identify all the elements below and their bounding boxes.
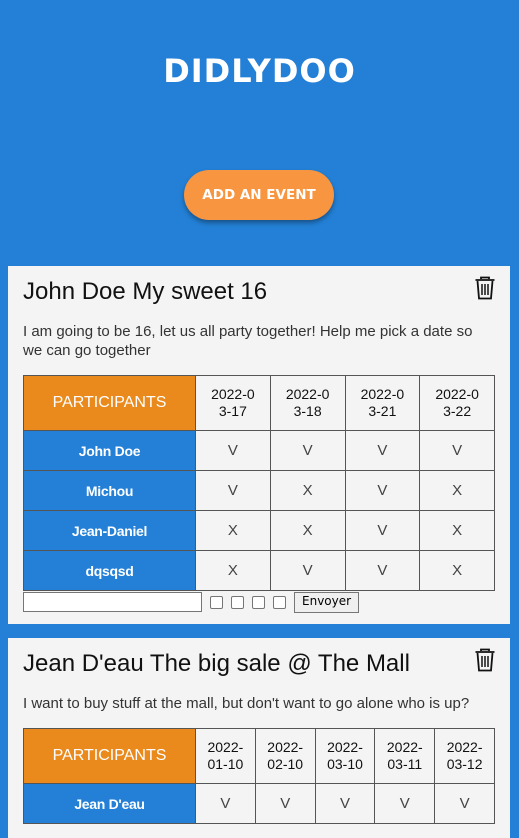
date-label: 2022-01-10 [207, 739, 244, 772]
date-column-header: 2022-01-10 [195, 728, 256, 784]
trash-icon[interactable] [474, 648, 496, 672]
date-column-header: 2022-03-12 [434, 728, 495, 784]
vote-cell: V [269, 550, 346, 591]
participant-name: dqsqsd [23, 550, 196, 591]
date-column-header: 2022-03-17 [195, 375, 271, 431]
vote-cell: V [314, 783, 376, 824]
table-row: Jean D'eau V V V V V [23, 783, 495, 824]
event-description: I want to buy stuff at the mall, but don… [23, 695, 470, 712]
vote-cell: V [434, 783, 495, 824]
vote-cell: V [254, 783, 316, 824]
new-participant-form: Envoyer [23, 591, 360, 613]
date-label: 2022-02-10 [267, 739, 304, 772]
participants-header: PARTICIPANTS [23, 728, 196, 784]
table-row: dqsqsd X V V X [23, 550, 495, 591]
event-card: John Doe My sweet 16 I am going to be 16… [8, 266, 510, 624]
participant-name: John Doe [23, 430, 196, 471]
date-checkbox[interactable] [252, 595, 265, 609]
date-label: 2022-03-12 [446, 739, 483, 772]
date-column-header: 2022-03-22 [419, 375, 495, 431]
vote-cell: X [195, 510, 271, 551]
vote-cell: V [344, 510, 421, 551]
date-label: 2022-03-18 [285, 386, 330, 419]
app-logo: DIDLYDOO [163, 52, 356, 90]
date-label: 2022-03-17 [211, 386, 255, 419]
participant-name: Jean D'eau [23, 783, 196, 824]
table-row: John Doe V V V V [23, 430, 495, 471]
date-column-header: 2022-03-18 [269, 375, 346, 431]
participant-name: Michou [23, 470, 196, 511]
participants-header: PARTICIPANTS [23, 375, 196, 431]
vote-cell: V [344, 550, 421, 591]
availability-table: PARTICIPANTS 2022-01-10 2022-02-10 2022-… [23, 728, 495, 824]
date-checkbox[interactable] [210, 595, 223, 609]
event-title: John Doe My sweet 16 [23, 278, 268, 305]
date-checkbox[interactable] [231, 595, 244, 609]
availability-table: PARTICIPANTS 2022-03-17 2022-03-18 2022-… [23, 375, 495, 591]
date-label: 2022-03-11 [386, 739, 423, 772]
event-title: Jean D'eau The big sale @ The Mall [23, 650, 410, 677]
table-header-row: PARTICIPANTS 2022-03-17 2022-03-18 2022-… [23, 375, 495, 431]
trash-icon[interactable] [474, 276, 496, 300]
vote-cell: V [419, 430, 495, 471]
vote-cell: X [269, 510, 346, 551]
vote-cell: V [195, 783, 256, 824]
participant-name: Jean-Daniel [23, 510, 196, 551]
vote-cell: V [269, 430, 346, 471]
date-label: 2022-03-21 [360, 386, 405, 419]
date-column-header: 2022-03-10 [314, 728, 376, 784]
date-column-header: 2022-03-11 [374, 728, 436, 784]
vote-cell: X [269, 470, 346, 511]
vote-cell: V [195, 470, 271, 511]
table-header-row: PARTICIPANTS 2022-01-10 2022-02-10 2022-… [23, 728, 495, 784]
date-label: 2022-03-10 [327, 739, 363, 772]
vote-cell: X [195, 550, 271, 591]
vote-cell: V [195, 430, 271, 471]
date-checkbox[interactable] [273, 595, 286, 609]
date-column-header: 2022-02-10 [254, 728, 316, 784]
date-label: 2022-03-22 [435, 386, 479, 419]
event-description: I am going to be 16, let us all party to… [23, 323, 473, 359]
add-event-button[interactable]: ADD AN EVENT [184, 170, 334, 220]
event-card: Jean D'eau The big sale @ The Mall I wan… [8, 638, 510, 838]
send-button[interactable]: Envoyer [294, 591, 360, 613]
vote-cell: V [374, 783, 436, 824]
participant-name-input[interactable] [23, 592, 202, 612]
vote-cell: X [419, 510, 495, 551]
vote-cell: V [344, 430, 421, 471]
vote-cell: X [419, 470, 495, 511]
table-row: Jean-Daniel X X V X [23, 510, 495, 551]
app-header: DIDLYDOO ADD AN EVENT [0, 0, 519, 266]
vote-cell: V [344, 470, 421, 511]
table-row: Michou V X V X [23, 470, 495, 511]
vote-cell: X [419, 550, 495, 591]
date-column-header: 2022-03-21 [344, 375, 421, 431]
